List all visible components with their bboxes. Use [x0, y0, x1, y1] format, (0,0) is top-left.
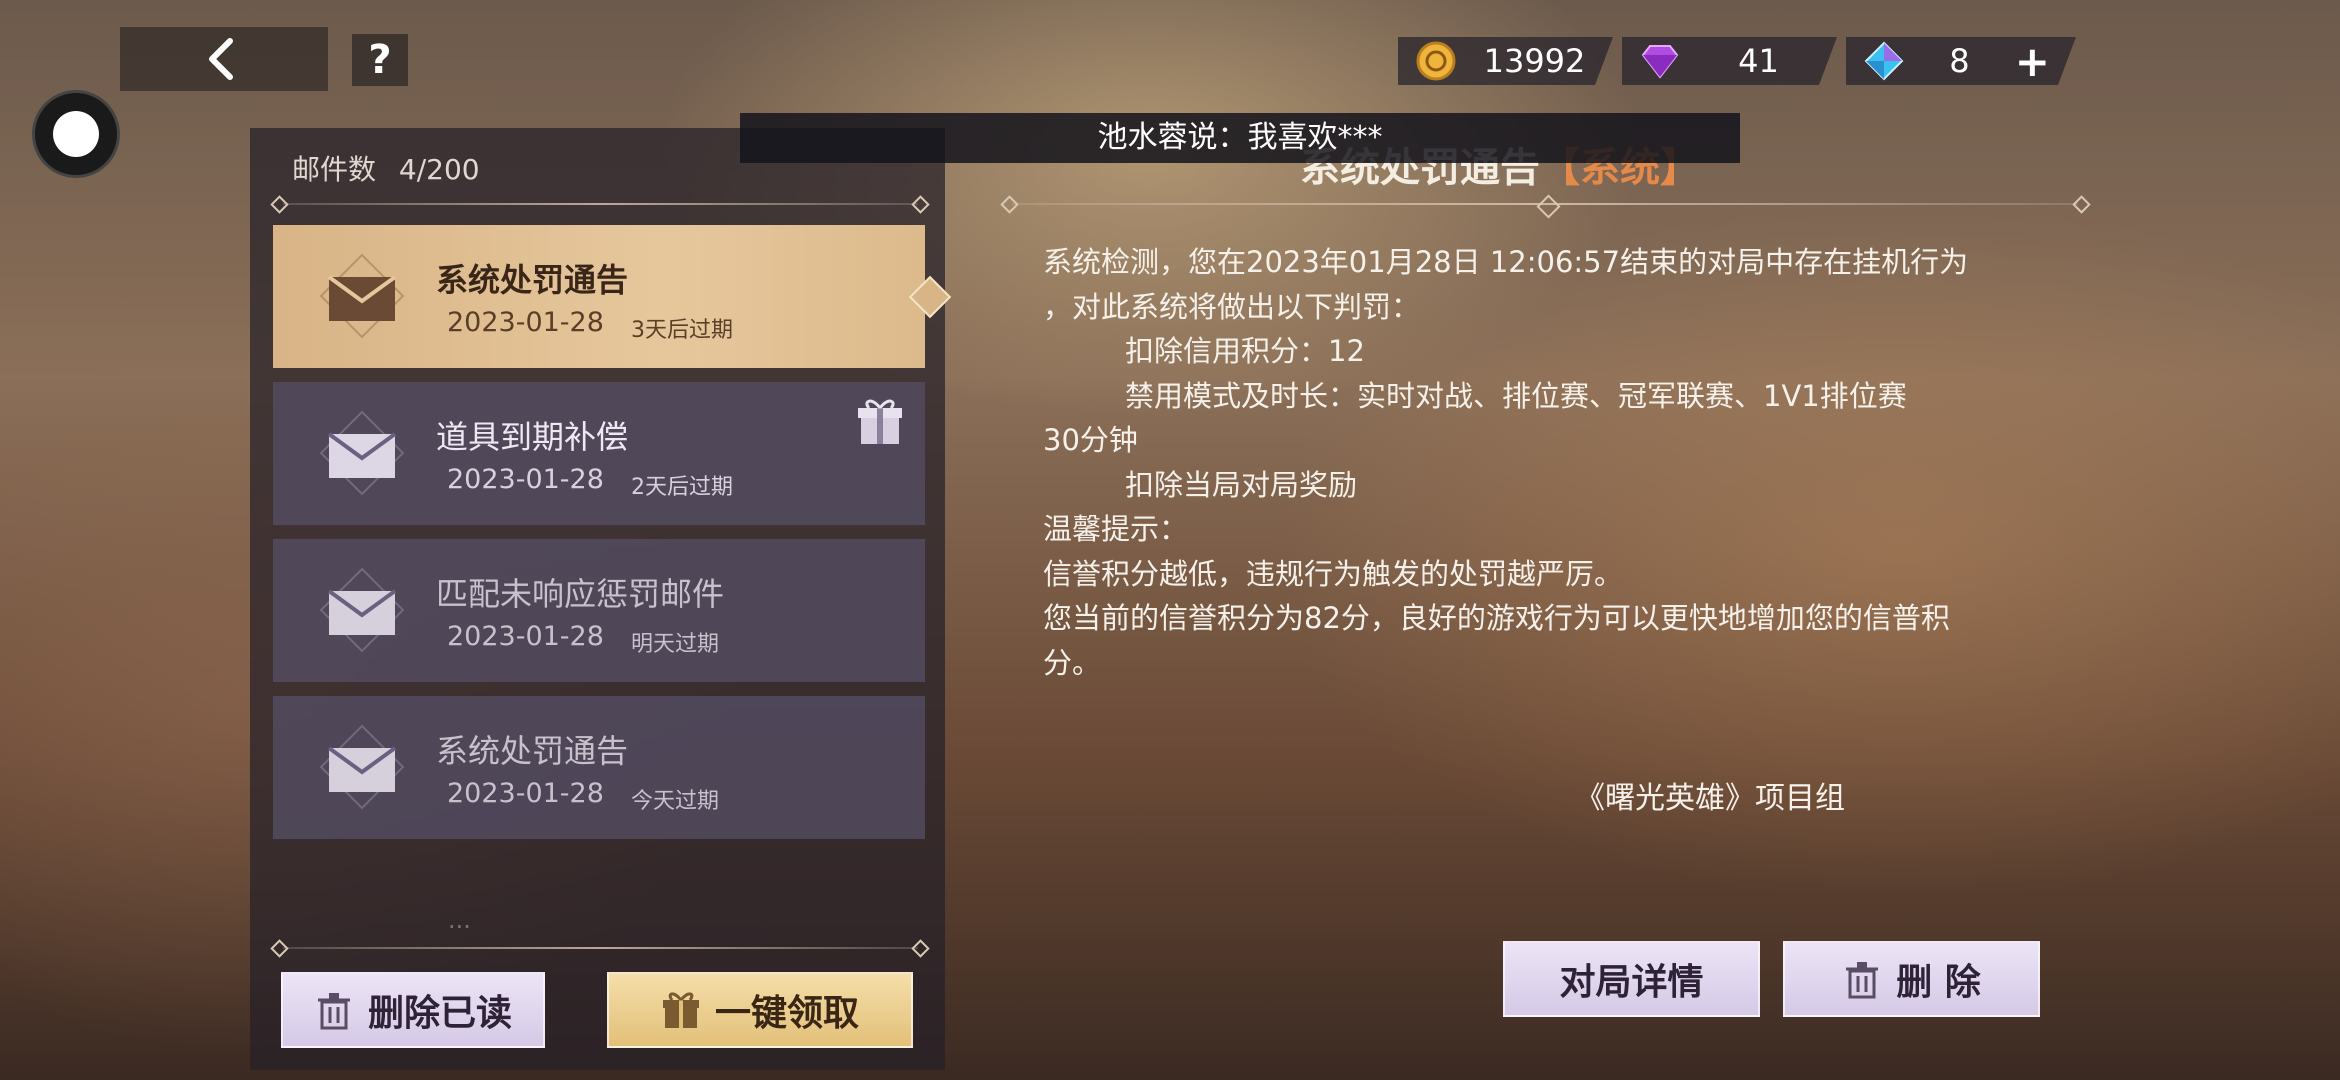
delete-read-button[interactable]: 删除已读	[281, 972, 545, 1048]
currency-blue-crystal: 8 +	[1846, 37, 2076, 85]
mail-expiry: 今天过期	[631, 789, 720, 814]
gold-coin-icon	[1416, 41, 1456, 81]
match-details-label: 对局详情	[1559, 962, 1704, 1003]
mail-body-line: 禁用模式及时长：实时对战、排位赛、冠军联赛、1V1排位赛	[1125, 378, 1907, 413]
back-button[interactable]	[120, 27, 328, 91]
gift-icon	[662, 992, 699, 1028]
currency-gold: 13992	[1398, 37, 1613, 85]
blue-crystal-icon	[1864, 41, 1904, 81]
add-currency-button[interactable]: +	[2015, 37, 2050, 86]
mail-body-line: 分。	[1043, 645, 1102, 680]
trash-icon	[1846, 962, 1879, 999]
claim-all-button[interactable]: 一键领取	[607, 972, 913, 1048]
mail-date: 2023-01-28	[447, 621, 604, 652]
gift-icon	[858, 399, 902, 444]
delete-read-label: 删除已读	[367, 993, 512, 1034]
envelope-icon	[319, 253, 405, 339]
mail-item[interactable]: 系统处罚通告 2023-01-28 3天后过期	[273, 225, 952, 368]
mail-count-label: 邮件数	[292, 153, 377, 186]
purple-gem-icon	[1640, 41, 1680, 81]
delete-mail-button[interactable]: 删 除	[1783, 941, 2040, 1017]
divider-center-ornament	[1536, 194, 1561, 219]
envelope-icon	[319, 724, 405, 810]
mail-expiry: 明天过期	[631, 632, 720, 657]
mail-body-line: ，对此系统将做出以下判罚：	[1043, 289, 1421, 324]
mail-title: 匹配未响应惩罚邮件	[436, 575, 725, 613]
mail-body: 系统检测，您在2023年01月28日 12:06:57结束的对局中存在挂机行为 …	[1043, 240, 2073, 685]
trash-icon	[317, 993, 350, 1030]
mail-item[interactable]: 道具到期补偿 2023-01-28 2天后过期	[273, 382, 925, 525]
chevron-left-icon	[209, 38, 233, 80]
delete-mail-label: 删 除	[1896, 962, 1981, 1003]
list-top-divider	[283, 203, 918, 205]
list-bottom-divider	[283, 947, 918, 949]
help-button[interactable]: ?	[352, 34, 408, 86]
mail-signature: 《曙光英雄》项目组	[1575, 781, 1845, 816]
divider-ornament	[1000, 195, 1019, 214]
mail-title: 系统处罚通告	[436, 732, 629, 770]
purple-gem-value: 41	[1738, 42, 1779, 80]
mail-body-line: 扣除当局对局奖励	[1125, 467, 1358, 502]
blue-crystal-value: 8	[1949, 42, 1970, 80]
mail-date: 2023-01-28	[447, 307, 604, 338]
mail-body-line: 您当前的信誉积分为82分，良好的游戏行为可以更快地增加您的信普积	[1043, 601, 1950, 635]
mail-expiry: 3天后过期	[631, 318, 733, 343]
mail-body-line: 信誉积分越低，违规行为触发的处罚越严厉。	[1043, 556, 1624, 591]
mail-date: 2023-01-28	[447, 464, 604, 495]
envelope-icon	[319, 567, 405, 653]
divider-ornament	[2072, 195, 2091, 214]
more-indicator: ...	[448, 906, 471, 934]
mail-body-line: 系统检测，您在2023年01月28日 12:06:57结束的对局中存在挂机行为	[1043, 245, 1969, 279]
mail-body-line: 温馨提示：	[1043, 512, 1189, 546]
mail-expiry: 2天后过期	[631, 475, 733, 500]
claim-all-label: 一键领取	[714, 993, 859, 1034]
mail-count-value: 4/200	[398, 153, 480, 186]
mail-body-line: 扣除信用积分：12	[1125, 334, 1365, 368]
mail-date: 2023-01-28	[447, 778, 604, 809]
mail-title: 系统处罚通告	[436, 261, 629, 299]
gold-value: 13992	[1483, 42, 1586, 80]
floating-assist-button[interactable]	[32, 90, 120, 178]
broadcast-notice: 池水蓉说：我喜欢***	[740, 113, 1740, 163]
mail-item[interactable]: 匹配未响应惩罚邮件 2023-01-28 明天过期	[273, 539, 925, 682]
currency-purple-gem: 41	[1622, 37, 1837, 85]
mail-title: 道具到期补偿	[436, 418, 629, 456]
mail-count: 邮件数 4/200	[292, 148, 480, 188]
assist-dot-icon	[53, 111, 99, 157]
envelope-icon	[319, 410, 405, 496]
mail-body-line: 30分钟	[1043, 423, 1138, 457]
mail-item[interactable]: 系统处罚通告 2023-01-28 今天过期	[273, 696, 925, 839]
match-details-button[interactable]: 对局详情	[1503, 941, 1760, 1017]
